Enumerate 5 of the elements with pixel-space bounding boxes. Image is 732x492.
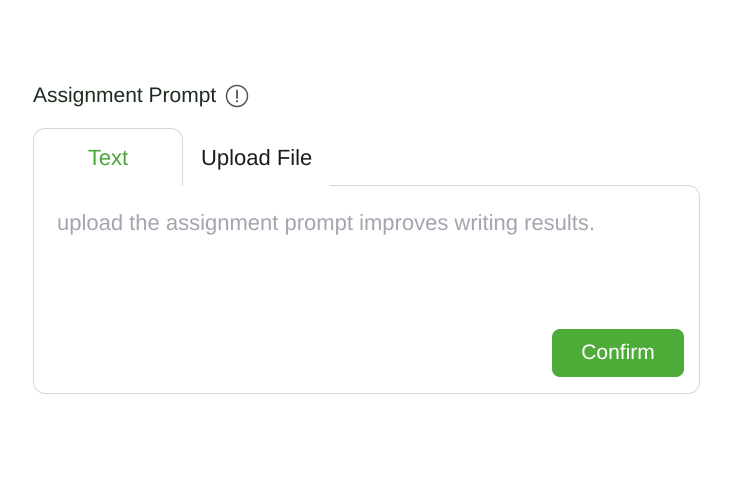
prompt-field[interactable]: upload the assignment prompt improves writing results. Confirm [33, 185, 700, 394]
exclamation-icon[interactable] [225, 84, 250, 108]
field-label: Assignment Prompt [33, 84, 216, 108]
tab[interactable]: Text [33, 128, 183, 186]
confirm-button[interactable]: Confirm [552, 329, 684, 377]
